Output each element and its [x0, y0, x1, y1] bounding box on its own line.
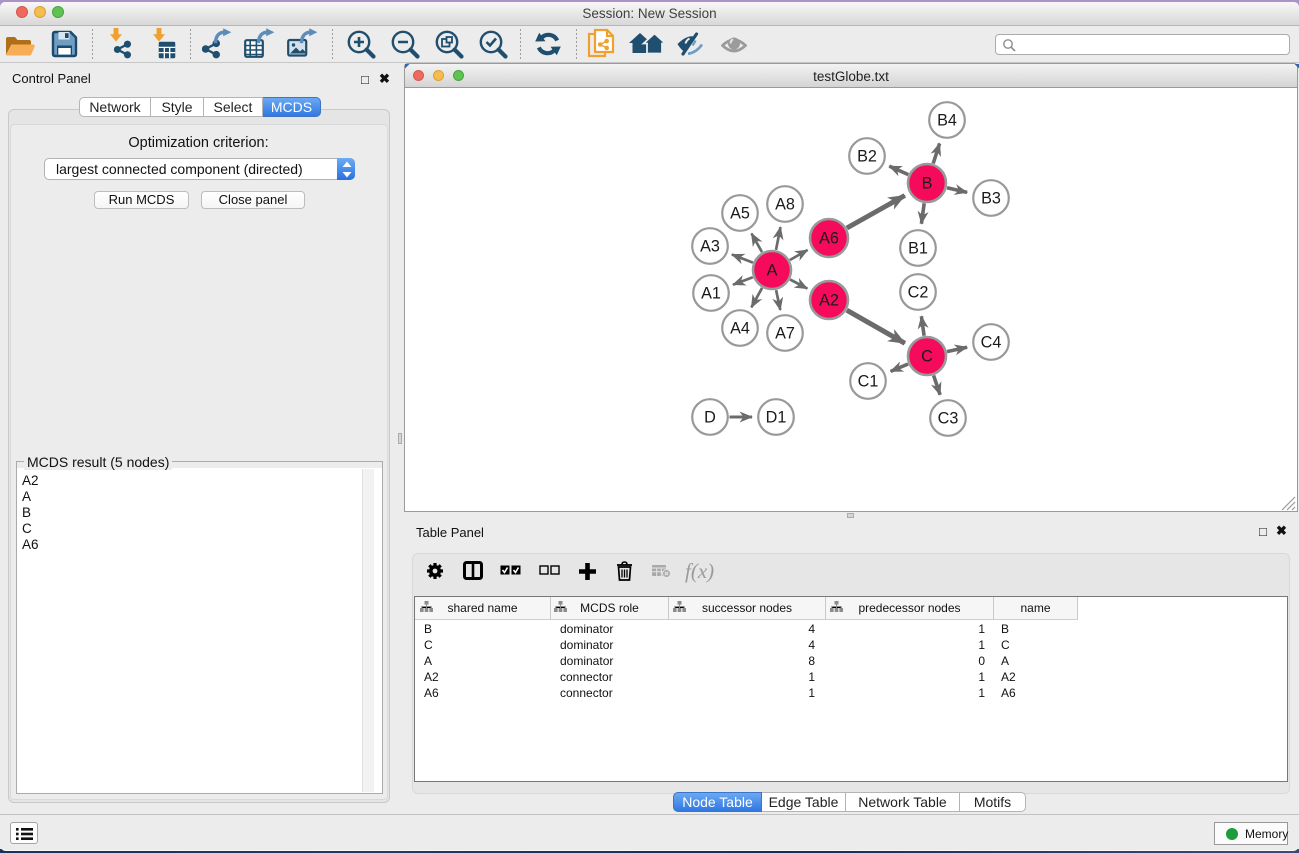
svg-text:A8: A8 — [775, 196, 795, 214]
svg-text:B1: B1 — [908, 240, 928, 258]
svg-text:D: D — [704, 409, 716, 427]
svg-text:A2: A2 — [819, 292, 839, 310]
svg-text:D1: D1 — [766, 409, 787, 427]
svg-text:A4: A4 — [730, 320, 750, 338]
svg-text:C2: C2 — [908, 284, 929, 302]
svg-text:B3: B3 — [981, 190, 1001, 208]
svg-text:A1: A1 — [701, 285, 721, 303]
svg-text:A: A — [767, 262, 778, 280]
svg-text:B: B — [922, 175, 933, 193]
svg-text:B4: B4 — [937, 112, 957, 130]
svg-text:C: C — [921, 348, 933, 366]
svg-text:C3: C3 — [938, 410, 959, 428]
svg-text:C1: C1 — [858, 373, 879, 391]
svg-text:C4: C4 — [981, 334, 1002, 352]
svg-text:A6: A6 — [819, 230, 839, 248]
svg-text:A7: A7 — [775, 325, 795, 343]
svg-text:B2: B2 — [857, 148, 877, 166]
svg-text:A5: A5 — [730, 205, 750, 223]
svg-text:A3: A3 — [700, 238, 720, 256]
